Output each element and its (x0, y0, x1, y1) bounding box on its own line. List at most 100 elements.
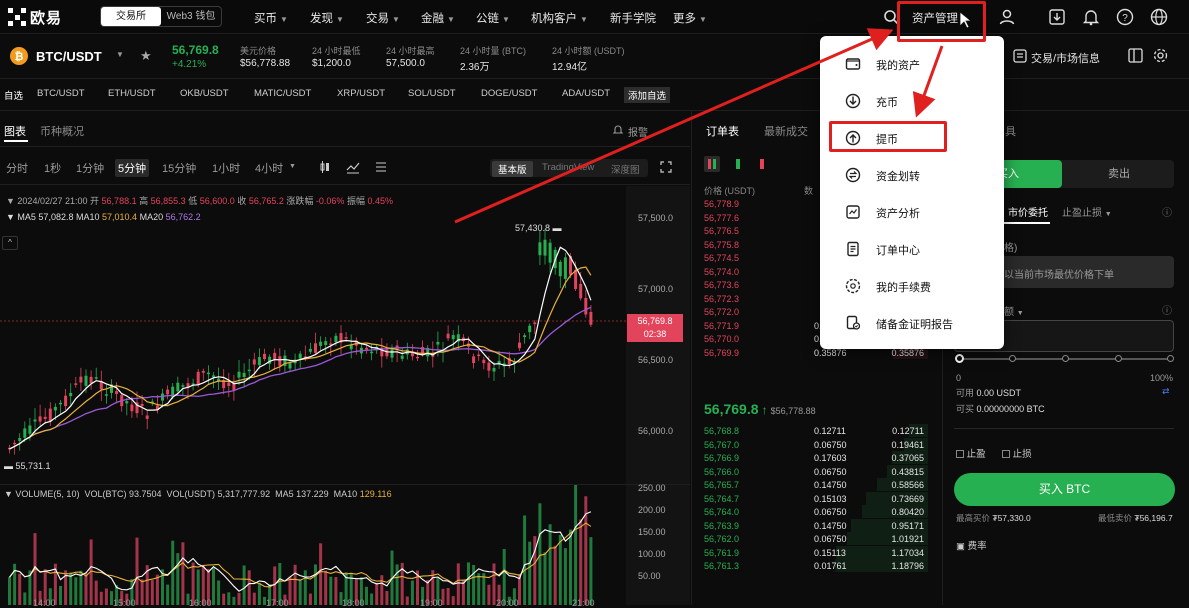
sell-tab[interactable]: 卖出 (1064, 160, 1174, 188)
user-icon[interactable] (998, 8, 1016, 26)
nav-more[interactable]: 更多 ▼ (673, 10, 707, 26)
fee-link[interactable]: ▣ 费率 (956, 538, 987, 552)
timeframe-option[interactable]: 1小时 (212, 160, 240, 176)
chevron-down-icon[interactable]: ▼ (116, 50, 124, 59)
fav-pair[interactable]: OKB/USDT (180, 88, 229, 99)
pair-selector[interactable]: BTC/USDT (36, 49, 102, 64)
chevron-down-icon[interactable]: ▼ (289, 163, 296, 170)
okx-logo[interactable]: 欧易 (8, 7, 62, 28)
tab-orderbook[interactable]: 订单表 (706, 123, 739, 139)
slider-step[interactable] (1009, 355, 1016, 362)
fav-pair[interactable]: DOGE/USDT (481, 88, 537, 99)
timeframe-option[interactable]: 1分钟 (76, 160, 104, 176)
alert-label[interactable]: 报警 (628, 124, 648, 139)
chart-settings-icon[interactable] (374, 160, 388, 174)
timeframe-option-active[interactable]: 5分钟 (115, 159, 150, 177)
star-icon[interactable]: ★ (140, 48, 152, 64)
tab-latest-trades[interactable]: 最新成交 (764, 123, 808, 139)
bid-row[interactable]: 56,767.0 0.06750 0.19461 (704, 437, 928, 452)
percent-slider[interactable] (955, 354, 1174, 363)
volume-bar (380, 575, 384, 605)
fav-pair[interactable]: SOL/USDT (408, 88, 456, 99)
nav-buy-crypto[interactable]: 买币 ▼ (254, 10, 288, 26)
nav-discover[interactable]: 发现 ▼ (310, 10, 344, 26)
menu-item-my-assets[interactable]: 我的资产 (820, 49, 1004, 79)
slider-step[interactable] (1115, 355, 1122, 362)
fav-pair[interactable]: ETH/USDT (108, 88, 156, 99)
globe-icon[interactable] (1150, 8, 1168, 26)
slider-step[interactable] (1167, 355, 1174, 362)
bid-row[interactable]: 56,766.9 0.17603 0.37065 (704, 451, 928, 465)
view-basic[interactable]: 基本版 (492, 161, 533, 177)
mode-tab-web3[interactable]: Web3 钱包 (161, 7, 221, 26)
tab-chart[interactable]: 图表 (4, 123, 26, 139)
btc-coin-icon: ₿ (10, 47, 28, 65)
menu-item-proof-of-reserves[interactable]: 储备金证明报告 (820, 308, 1004, 338)
info-icon[interactable]: ⓘ (1162, 204, 1172, 219)
fullscreen-icon[interactable] (660, 161, 672, 173)
help-icon[interactable]: ? (1116, 8, 1134, 26)
bid-row[interactable]: 56,765.7 0.14750 0.58566 (704, 478, 928, 492)
book-view-both-icon[interactable] (704, 156, 720, 172)
nav-academy[interactable]: 新手学院 (610, 10, 656, 26)
fav-tab[interactable]: 自选 (4, 88, 23, 102)
layout-icon[interactable] (1128, 48, 1143, 63)
bid-row[interactable]: 56,762.0 0.06750 1.01921 (704, 532, 928, 546)
mode-switch[interactable]: 交易所 Web3 钱包 (100, 6, 222, 27)
bid-amount: 0.14750 (814, 520, 847, 531)
nav-institutional[interactable]: 机构客户 ▼ (531, 10, 588, 26)
menu-item-asset-analysis[interactable]: 资产分析 (820, 197, 1004, 227)
book-view-bids-icon[interactable] (730, 156, 746, 172)
nav-chain[interactable]: 公链 ▼ (476, 10, 510, 26)
tp-checkbox[interactable]: 止盈 (956, 446, 986, 460)
menu-item-my-fees[interactable]: 我的手续费 (820, 271, 1004, 301)
nav-finance[interactable]: 金融 ▼ (421, 10, 455, 26)
menu-item-deposit[interactable]: 充币 (820, 86, 1004, 116)
bid-row[interactable]: 56,761.9 0.15113 1.17034 (704, 545, 928, 560)
buy-btc-button[interactable]: 买入 BTC (954, 473, 1175, 506)
price-chart[interactable] (0, 186, 690, 484)
info-icon[interactable]: ⓘ (1162, 302, 1172, 317)
book-view-asks-icon[interactable] (754, 156, 770, 172)
mode-tab-exchange[interactable]: 交易所 (101, 7, 161, 26)
view-tradingview[interactable]: TradingView (542, 162, 594, 173)
volume-bar (410, 580, 414, 605)
slider-step[interactable] (1062, 355, 1069, 362)
order-type-market[interactable]: 市价委托 (1008, 204, 1048, 219)
market-info-link[interactable]: 交易/市场信息 (1031, 50, 1100, 66)
settings-gear-icon[interactable] (1153, 48, 1168, 63)
volume-bar (543, 552, 547, 605)
alarm-icon[interactable] (612, 123, 624, 135)
slider-handle[interactable] (955, 354, 964, 363)
candle-body (89, 376, 93, 384)
menu-item-order-center[interactable]: 订单中心 (820, 234, 1004, 264)
order-type-stop[interactable]: 止盈止损 ▼ (1062, 204, 1112, 219)
timeframe-option[interactable]: 1秒 (44, 160, 61, 176)
timeframe-option[interactable]: 分时 (6, 160, 28, 176)
fav-pair[interactable]: ADA/USDT (562, 88, 610, 99)
tab-coin-overview[interactable]: 币种概况 (40, 123, 84, 139)
transfer-icon[interactable]: ⇄ (1162, 386, 1170, 397)
nav-trade[interactable]: 交易 ▼ (366, 10, 400, 26)
download-icon[interactable] (1048, 8, 1066, 26)
bid-row[interactable]: 56,768.8 0.12711 0.12711 (704, 424, 928, 438)
sl-checkbox[interactable]: 止损 (1002, 446, 1032, 460)
bid-row[interactable]: 56,763.9 0.14750 0.95171 (704, 518, 928, 533)
bid-row[interactable]: 56,766.0 0.06750 0.43815 (704, 464, 928, 479)
fav-pair[interactable]: BTC/USDT (37, 88, 85, 99)
menu-item-transfer[interactable]: 资金划转 (820, 160, 1004, 190)
indicators-icon[interactable] (346, 160, 360, 174)
timeframe-option[interactable]: 4小时 (255, 160, 283, 176)
bid-row[interactable]: 56,764.0 0.06750 0.80420 (704, 505, 928, 519)
add-favorite-button[interactable]: 添加自选 (624, 87, 671, 103)
view-depth[interactable]: 深度图 (611, 162, 640, 176)
bell-icon[interactable] (1082, 8, 1100, 26)
candle-body (518, 342, 521, 349)
bid-row[interactable]: 56,764.7 0.15103 0.73669 (704, 491, 928, 506)
candle-type-icon[interactable] (318, 160, 332, 174)
fav-pair[interactable]: MATIC/USDT (254, 88, 311, 99)
timeframe-option[interactable]: 15分钟 (162, 160, 196, 176)
fav-pair[interactable]: XRP/USDT (337, 88, 385, 99)
volume-chart[interactable] (0, 485, 690, 605)
bid-row[interactable]: 56,761.3 0.01761 1.18796 (704, 559, 928, 573)
